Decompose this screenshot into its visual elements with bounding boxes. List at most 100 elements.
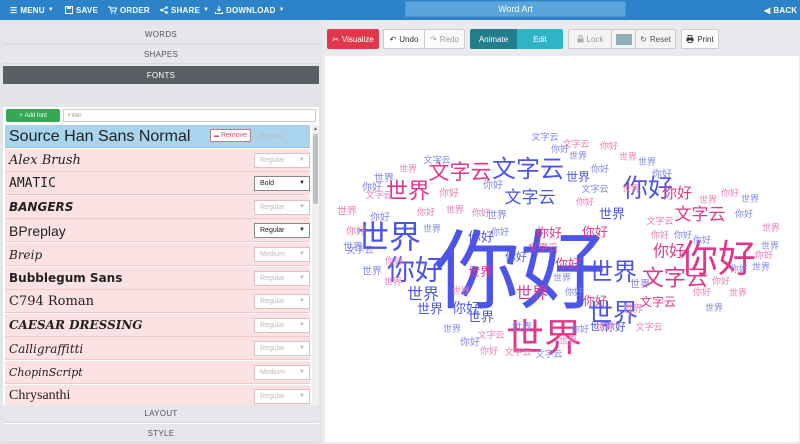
cloud-word[interactable]: 你好: [536, 227, 562, 242]
order-button[interactable]: ORDER: [108, 0, 150, 20]
cloud-word[interactable]: 文字云: [528, 242, 558, 255]
cloud-word[interactable]: 世界: [417, 303, 443, 318]
cloud-word[interactable]: 世界: [407, 285, 439, 304]
font-row[interactable]: Amatic Bold ▼: [5, 172, 310, 196]
lock-button[interactable]: Lock: [568, 29, 612, 49]
cloud-word[interactable]: 你好: [730, 263, 748, 275]
cloud-word[interactable]: 世界: [699, 194, 717, 206]
font-row[interactable]: BPreplay Regular ▼: [5, 219, 310, 243]
cloud-word[interactable]: 你好: [370, 211, 390, 224]
font-row[interactable]: Calligraffitti Regular ▼: [5, 337, 310, 361]
cloud-word[interactable]: 文字云: [346, 244, 373, 256]
cloud-word[interactable]: 文字云: [492, 155, 564, 183]
scroll-thumb[interactable]: [313, 134, 318, 204]
cloud-word[interactable]: 你好: [460, 336, 480, 349]
cloud-word[interactable]: 世界: [516, 284, 548, 303]
cloud-word[interactable]: 你好: [555, 258, 581, 273]
word-cloud-canvas[interactable]: 你好 世界 你好 你好 世界 你好 世界 文字云 文字云 世界 世界 文字云 文字云 文字云 世界 世界 你好你…: [325, 56, 799, 442]
cloud-word[interactable]: 世界: [362, 266, 382, 278]
cloud-word[interactable]: 世界: [566, 170, 590, 184]
cloud-word[interactable]: 你好: [583, 294, 607, 308]
cloud-word[interactable]: 世界: [705, 302, 723, 314]
cloud-word[interactable]: 文字云: [423, 154, 450, 166]
cloud-word[interactable]: 世界: [337, 206, 357, 218]
cloud-word[interactable]: 世界: [559, 335, 577, 347]
cloud-word[interactable]: 世界: [446, 204, 464, 216]
cloud-word[interactable]: 你好: [480, 345, 498, 357]
cloud-word[interactable]: 你好: [505, 250, 527, 264]
download-button[interactable]: DOWNLOAD ▼: [215, 0, 285, 20]
cloud-word[interactable]: 文字云: [646, 215, 673, 227]
font-row[interactable]: Source Han Sans Normal ▬ Remove Regular: [5, 125, 310, 148]
cloud-word[interactable]: 文字云: [562, 138, 589, 150]
cloud-word[interactable]: 文字云: [531, 131, 558, 143]
cloud-word[interactable]: 世界: [452, 285, 470, 297]
undo-button[interactable]: ↶ Undo: [383, 29, 425, 49]
cloud-word[interactable]: 你好: [385, 255, 403, 267]
scroll-up-icon[interactable]: ▲: [312, 125, 319, 133]
cloud-word[interactable]: 你好: [652, 168, 672, 181]
cloud-word[interactable]: 你好: [653, 242, 685, 261]
color-swatch-button[interactable]: [612, 29, 636, 49]
cloud-word[interactable]: 世界: [384, 276, 402, 288]
add-font-button[interactable]: + Add font: [6, 109, 60, 122]
font-row[interactable]: Caesar Dressing Regular ▼: [5, 313, 310, 337]
cloud-word[interactable]: 世界: [762, 222, 780, 234]
print-button[interactable]: Print: [681, 29, 719, 49]
font-row[interactable]: Bangers Regular ▼: [5, 195, 310, 219]
cloud-word[interactable]: 文字云: [505, 188, 556, 208]
cloud-word[interactable]: 你好: [712, 275, 730, 287]
cloud-word[interactable]: 世界: [443, 323, 461, 335]
cloud-word[interactable]: 你好: [662, 184, 692, 202]
cloud-word[interactable]: 世界: [741, 193, 759, 205]
cloud-word[interactable]: 文字云: [635, 321, 662, 333]
cloud-word[interactable]: 文字云: [640, 294, 676, 309]
cloud-word[interactable]: 你好: [591, 163, 609, 175]
cloud-word[interactable]: 世界: [638, 156, 656, 168]
back-button[interactable]: ◀ BACK: [764, 0, 797, 20]
cloud-word[interactable]: 你好: [735, 208, 753, 220]
font-weight-select[interactable]: Regular ▼: [254, 223, 310, 239]
font-row[interactable]: Bubblegum Sans Regular ▼: [5, 266, 310, 290]
reset-button[interactable]: ↻ Reset: [636, 29, 676, 49]
cloud-word[interactable]: 文字云: [477, 329, 504, 341]
cloud-word[interactable]: 你好: [571, 323, 589, 335]
cloud-word[interactable]: 世界: [599, 208, 625, 223]
cloud-word[interactable]: 你好: [417, 206, 435, 218]
font-row[interactable]: Alex Brush Regular ▼: [5, 148, 310, 172]
section-words[interactable]: WORDS: [3, 26, 319, 44]
cloud-word[interactable]: 世界: [553, 272, 571, 284]
animate-button[interactable]: Animate: [470, 29, 517, 49]
cloud-word[interactable]: 世界: [630, 279, 650, 291]
cloud-word[interactable]: 文字云: [504, 346, 531, 358]
document-title[interactable]: Word Art: [405, 1, 626, 17]
cloud-word[interactable]: 你好: [346, 225, 366, 238]
cloud-word[interactable]: 世界: [399, 163, 417, 175]
cloud-word[interactable]: 世界: [468, 265, 492, 279]
cloud-word[interactable]: 世界: [374, 173, 394, 185]
cloud-word[interactable]: 世界: [512, 322, 532, 334]
cloud-word[interactable]: 世界: [619, 151, 637, 163]
cloud-word[interactable]: 世界: [622, 183, 640, 195]
section-shapes[interactable]: SHAPES: [3, 46, 319, 64]
cloud-word[interactable]: 你好: [693, 234, 711, 246]
cloud-word[interactable]: 你好: [491, 226, 509, 238]
cloud-word[interactable]: 世界: [487, 210, 507, 222]
filter-input[interactable]: [63, 109, 316, 122]
cloud-word[interactable]: 你好: [565, 286, 583, 298]
section-style[interactable]: STYLE: [3, 425, 319, 443]
font-row[interactable]: Breip Medium ▼: [5, 243, 310, 266]
cloud-word[interactable]: 你好: [576, 196, 594, 208]
cloud-word[interactable]: 世界: [729, 287, 747, 299]
cloud-word[interactable]: 你好: [674, 229, 692, 241]
cloud-word[interactable]: 你好: [439, 187, 459, 200]
font-weight-select[interactable]: Bold ▼: [254, 176, 310, 192]
cloud-word[interactable]: 文字云: [675, 205, 726, 225]
share-button[interactable]: SHARE ▼: [160, 0, 209, 20]
cloud-word[interactable]: 世界: [752, 261, 770, 273]
font-row[interactable]: C794 Roman Regular ▼: [5, 290, 310, 314]
cloud-word[interactable]: 世界: [569, 150, 587, 162]
cloud-word[interactable]: 你好: [582, 226, 608, 241]
cloud-word[interactable]: 你好: [755, 249, 773, 261]
cloud-word[interactable]: 世界: [423, 223, 441, 235]
